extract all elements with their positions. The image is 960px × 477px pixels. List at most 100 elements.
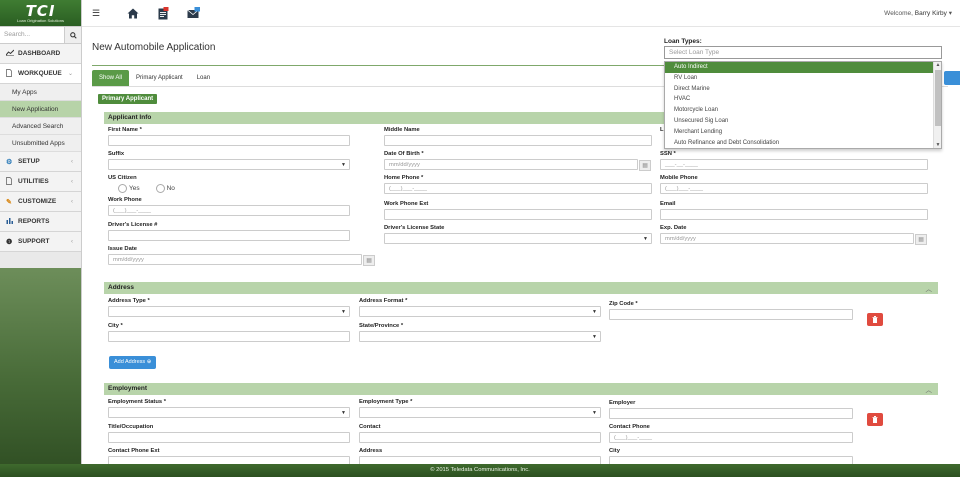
first-name-label: First Name * [108,127,142,133]
search-input[interactable]: Search... [0,27,64,43]
sidebar-subitem-unsubmitted-apps[interactable]: Unsubmitted Apps [0,135,81,152]
ssn-field: SSN * ___-__-____ [660,151,928,170]
drivers-license-input[interactable] [108,230,350,241]
welcome-user[interactable]: Welcome, Barry Kirby ▾ [884,9,952,17]
plus-circle-icon: ⊕ [146,359,152,365]
mobile-phone-input[interactable]: (___)___-____ [660,183,928,194]
scroll-down-icon[interactable]: ▼ [934,142,942,148]
delete-address-button[interactable] [867,313,883,326]
exp-date-input[interactable]: mm/dd/yyyy ▦ [660,233,927,245]
employer-input[interactable] [609,408,853,419]
loan-type-option[interactable]: HVAC [665,94,941,105]
work-phone-label: Work Phone [108,197,142,203]
sidebar-item-label: WORKQUEUE [18,70,62,77]
logo-subtitle: Loan Origination Solutions [17,17,64,23]
calendar-icon[interactable]: ▦ [915,234,927,245]
sidebar-search: Search... [0,27,81,44]
scrollbar-thumb[interactable] [935,70,941,126]
dob-input[interactable]: mm/dd/yyyy ▦ [384,159,651,171]
sidebar-subitem-advanced-search[interactable]: Advanced Search [0,118,81,135]
document-badge-icon[interactable] [156,6,170,20]
email-input[interactable] [660,209,928,220]
section-employment[interactable]: Employment ︿ [104,383,938,395]
menu-icon[interactable]: ☰ [92,8,110,19]
partially-hidden-button[interactable] [944,71,960,85]
sidebar-item-reports[interactable]: REPORTS [0,212,81,232]
contact-phone-ext-label: Contact Phone Ext [108,448,160,454]
file-icon [6,68,15,79]
work-phone-input[interactable]: (___)___-____ [108,205,350,216]
radio-yes[interactable]: Yes [118,184,140,193]
sidebar-item-label: SETUP [18,158,40,165]
home-icon[interactable] [126,6,140,20]
employment-status-select[interactable]: ▼ [108,407,350,418]
loan-type-option[interactable]: RV Loan [665,73,941,84]
scroll-up-icon[interactable]: ▲ [934,62,942,68]
tab-show-all[interactable]: Show All [92,70,130,86]
sidebar-item-utilities[interactable]: UTILITIES ‹ [0,172,81,192]
add-address-button[interactable]: Add Address ⊕ [109,356,157,369]
calendar-icon[interactable]: ▦ [639,160,651,171]
zip-code-input[interactable] [609,309,853,320]
caret-down-icon: ▾ [948,10,952,17]
first-name-input[interactable] [108,135,350,146]
delete-employment-button[interactable] [867,413,883,426]
loan-type-option[interactable]: Direct Marine [665,84,941,95]
address-format-select[interactable]: ▼ [359,306,601,317]
sidebar-item-workqueue[interactable]: WORKQUEUE ⌄ [0,64,81,84]
city-input[interactable] [108,331,350,342]
trash-icon [872,416,878,423]
dl-state-select[interactable]: ▼ [384,233,652,244]
loan-type-option[interactable]: Motorcycle Loan [665,105,941,116]
title-occupation-input[interactable] [108,432,350,443]
mobile-phone-label: Mobile Phone [660,175,698,181]
middle-name-field: Middle Name [384,127,652,146]
loan-type-select[interactable]: Select Loan Type [664,46,942,59]
zip-code-label: Zip Code * [609,301,638,307]
radio-no[interactable]: No [155,184,175,193]
middle-name-input[interactable] [384,135,652,146]
home-phone-input[interactable]: (___)___-____ [384,183,652,194]
caret-down-icon: ▼ [592,334,597,340]
address-type-label: Address Type * [108,298,150,304]
sidebar-subitem-new-application[interactable]: New Application [0,101,81,118]
state-label: State/Province * [359,323,404,329]
loan-type-option[interactable]: Auto Indirect [665,62,941,73]
employment-status-field: Employment Status * ▼ [108,399,350,418]
suffix-select[interactable]: ▼ [108,159,350,170]
mail-badge-icon[interactable] [186,6,200,20]
section-address[interactable]: Address ︿ [104,282,938,294]
loan-type-option[interactable]: Merchant Lending [665,127,941,138]
sidebar: TCI Loan Origination Solutions Search...… [0,0,82,477]
sidebar-item-setup[interactable]: ⚙ SETUP ‹ [0,152,81,172]
loan-type-option[interactable]: Unsecured Sig Loan [665,116,941,127]
company-logo[interactable]: TCI Loan Origination Solutions [0,0,81,27]
ssn-input[interactable]: ___-__-____ [660,159,928,170]
sidebar-item-dashboard[interactable]: DASHBOARD [0,44,81,64]
contact-phone-input[interactable]: (___)___-____ [609,432,853,443]
sidebar-subitem-my-apps[interactable]: My Apps [0,84,81,101]
chevron-up-icon[interactable]: ︿ [926,283,933,293]
us-citizen-field: US Citizen Yes No [108,175,228,193]
loan-type-option[interactable]: Auto Refinance and Debt Consolidation [665,138,941,149]
search-button[interactable] [64,27,81,43]
search-icon [69,31,77,39]
address-format-field: Address Format * ▼ [359,298,601,317]
sidebar-item-label: REPORTS [18,218,50,225]
chevron-up-icon[interactable]: ︿ [926,384,933,394]
sidebar-item-support[interactable]: ❶ SUPPORT ‹ [0,232,81,252]
address-type-field: Address Type * ▼ [108,298,350,317]
bar-chart-icon [6,217,15,226]
calendar-icon[interactable]: ▦ [363,255,375,266]
ssn-label: SSN * [660,151,676,157]
issue-date-input[interactable]: mm/dd/yyyy ▦ [108,254,375,266]
employment-type-select[interactable]: ▼ [359,407,601,418]
work-phone-ext-input[interactable] [384,209,652,220]
address-type-select[interactable]: ▼ [108,306,350,317]
sidebar-item-customize[interactable]: ✎ CUSTOMIZE ‹ [0,192,81,212]
dropdown-scrollbar[interactable]: ▲ ▼ [933,62,941,148]
state-select[interactable]: ▼ [359,331,601,342]
contact-input[interactable] [359,432,601,443]
tab-loan[interactable]: Loan [190,70,217,86]
tab-primary-applicant[interactable]: Primary Applicant [129,70,190,86]
